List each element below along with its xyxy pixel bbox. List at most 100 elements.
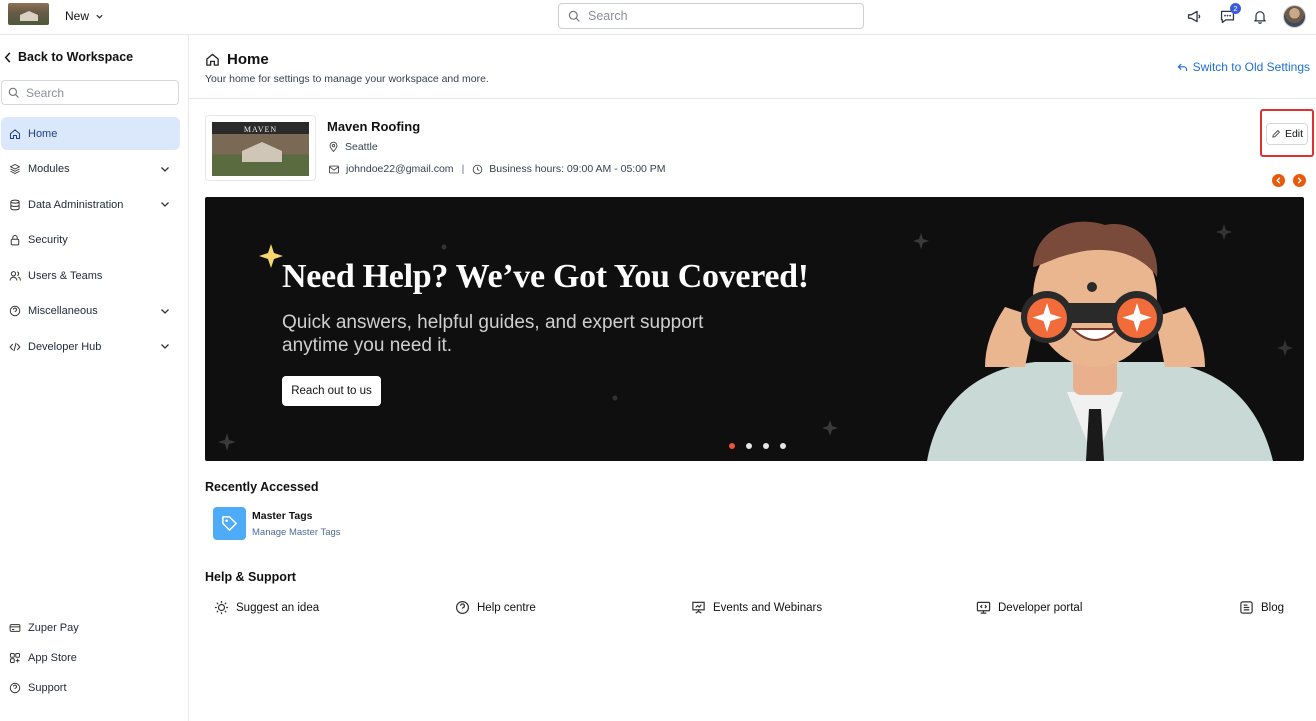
pencil-icon	[1271, 129, 1281, 139]
divider: |	[461, 163, 465, 175]
help-circle-icon	[9, 305, 21, 317]
sidebar-item-users-teams[interactable]: Users & Teams	[1, 259, 180, 292]
sidebar-item-security[interactable]: Security	[1, 224, 180, 257]
users-icon	[9, 270, 21, 282]
man-with-binoculars-illustration	[927, 221, 1273, 461]
recent-item-master-tags[interactable]: Master Tags Manage Master Tags	[213, 507, 341, 540]
switch-to-old-settings-link[interactable]: Switch to Old Settings	[1177, 60, 1310, 74]
carousel-prev-button[interactable]	[1272, 174, 1285, 187]
sidebar-item-support[interactable]: Support	[1, 673, 180, 703]
page-header: Home Your home for settings to manage yo…	[189, 35, 1316, 99]
page-title: Home	[205, 51, 269, 68]
search-icon	[568, 10, 581, 23]
sidebar-item-zuper-pay[interactable]: Zuper Pay	[1, 613, 180, 643]
back-to-workspace-link[interactable]: Back to Workspace	[4, 50, 133, 64]
user-avatar[interactable]	[1283, 5, 1306, 28]
reach-out-button[interactable]: Reach out to us	[282, 376, 381, 406]
mail-icon	[328, 164, 340, 175]
recent-item-subtitle: Manage Master Tags	[252, 526, 341, 538]
carousel-dot[interactable]	[729, 443, 735, 449]
edit-business-button[interactable]: Edit	[1266, 123, 1308, 145]
recent-item-title: Master Tags	[252, 509, 313, 522]
bell-icon[interactable]	[1250, 7, 1270, 27]
business-logo-text: MAVEN	[243, 125, 278, 134]
code-icon	[9, 341, 21, 353]
chevron-left-icon	[1275, 177, 1282, 184]
sidebar-item-developer-hub[interactable]: Developer Hub	[1, 330, 180, 363]
sidebar-item-label: Miscellaneous	[28, 305, 98, 317]
business-location: Seattle	[328, 141, 378, 153]
help-link-label: Events and Webinars	[713, 601, 823, 614]
lightbulb-icon	[214, 600, 229, 615]
home-icon	[205, 52, 220, 67]
sidebar-bottom-nav: Zuper Pay App Store Support	[1, 613, 180, 703]
help-link-developer-portal[interactable]: Developer portal	[976, 600, 1082, 615]
tag-icon	[213, 507, 246, 540]
carousel-dot[interactable]	[763, 443, 769, 449]
help-link-label: Suggest an idea	[236, 601, 320, 614]
sidebar-item-home[interactable]: Home	[1, 117, 180, 150]
sidebar-search[interactable]	[1, 80, 179, 105]
sidebar-item-data-administration[interactable]: Data Administration	[1, 188, 180, 221]
sidebar-item-label: Modules	[28, 163, 70, 175]
switch-label: Switch to Old Settings	[1192, 60, 1310, 74]
chevron-left-icon	[4, 51, 12, 63]
company-logo[interactable]	[8, 3, 49, 25]
help-circle-icon	[455, 600, 470, 615]
chat-icon[interactable]: 2	[1217, 2, 1241, 27]
business-name: Maven Roofing	[327, 119, 421, 134]
sidebar-item-label: Users & Teams	[28, 269, 103, 282]
chevron-down-icon[interactable]	[160, 306, 170, 316]
sidebar-item-label: Zuper Pay	[28, 622, 79, 634]
global-search[interactable]	[558, 3, 864, 29]
chevron-right-icon	[1296, 177, 1303, 184]
help-banner: Need Help? We’ve Got You Covered! Quick …	[205, 197, 1304, 461]
main-content: Home Your home for settings to manage yo…	[189, 35, 1316, 721]
chevron-down-icon[interactable]	[160, 164, 170, 174]
help-support-heading: Help & Support	[205, 570, 296, 584]
help-link-label: Blog	[1261, 601, 1285, 614]
help-link-suggest-idea[interactable]: Suggest an idea	[214, 600, 319, 615]
business-contact: johndoe22@gmail.com | Business hours: 09…	[328, 163, 666, 175]
chevron-down-icon[interactable]	[160, 199, 170, 209]
carousel-dots	[729, 443, 786, 449]
layers-icon	[9, 163, 21, 175]
search-icon	[8, 87, 20, 99]
page-subtitle: Your home for settings to manage your wo…	[205, 73, 489, 85]
help-link-label: Developer portal	[998, 601, 1083, 614]
top-bar: New 2	[0, 0, 1316, 35]
sidebar-item-modules[interactable]: Modules	[1, 153, 180, 186]
help-link-blog[interactable]: Blog	[1239, 600, 1284, 615]
help-link-events-webinars[interactable]: Events and Webinars	[691, 600, 822, 615]
carousel-dot[interactable]	[746, 443, 752, 449]
chevron-down-icon	[95, 12, 104, 21]
chevron-down-icon[interactable]	[160, 341, 170, 351]
help-link-help-centre[interactable]: Help centre	[455, 600, 536, 615]
presentation-icon	[691, 600, 706, 615]
carousel-dot[interactable]	[780, 443, 786, 449]
megaphone-icon[interactable]	[1184, 7, 1204, 27]
settings-sidebar: Back to Workspace Home Modules Data Admi…	[0, 35, 189, 721]
app-store-icon	[9, 652, 21, 664]
carousel-next-button[interactable]	[1293, 174, 1306, 187]
new-button-label: New	[65, 9, 90, 23]
sidebar-item-label: App Store	[28, 652, 77, 664]
developer-portal-icon	[976, 600, 991, 615]
new-button[interactable]: New	[65, 9, 104, 23]
location-pin-icon	[328, 141, 339, 153]
sidebar-search-input[interactable]	[26, 85, 166, 100]
sidebar-item-miscellaneous[interactable]: Miscellaneous	[1, 295, 180, 328]
clock-icon	[472, 164, 483, 175]
sidebar-item-label: Support	[28, 682, 67, 694]
global-search-input[interactable]	[588, 9, 848, 23]
edit-label: Edit	[1284, 128, 1304, 140]
sidebar-item-label: Data Administration	[28, 198, 124, 211]
help-link-label: Help centre	[477, 601, 536, 614]
database-icon	[9, 199, 21, 211]
page-title-text: Home	[227, 51, 269, 68]
recently-accessed-heading: Recently Accessed	[205, 480, 319, 494]
sidebar-item-app-store[interactable]: App Store	[1, 643, 180, 673]
banner-subtitle: Quick answers, helpful guides, and exper…	[282, 312, 704, 356]
business-email: johndoe22@gmail.com	[346, 163, 454, 175]
sidebar-item-label: Home	[28, 127, 58, 140]
